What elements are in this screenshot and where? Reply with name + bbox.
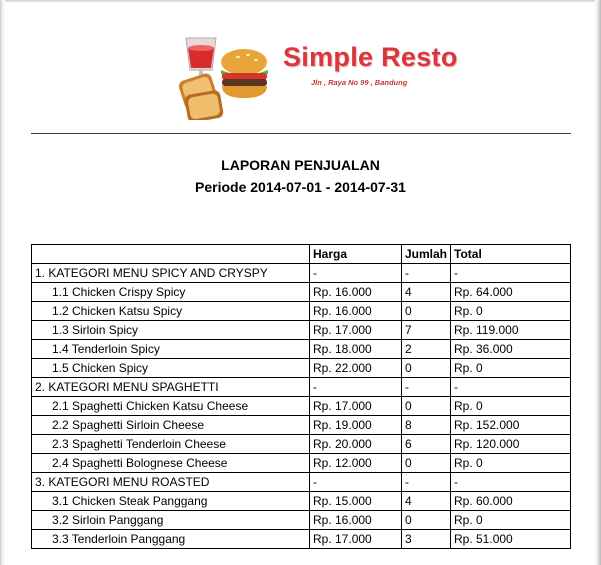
quantity-cell: 8 — [401, 415, 451, 435]
page-left-shadow — [0, 0, 5, 565]
category-row: 1. KATEGORI MENU SPICY AND CRYSPY - - - — [31, 263, 571, 283]
price-cell: - — [309, 472, 402, 492]
category-label: 3. KATEGORI MENU ROASTED — [31, 472, 310, 492]
price-cell: Rp. 17.000 — [309, 320, 402, 340]
menu-item-name: 3.1 Chicken Steak Panggang — [31, 491, 310, 511]
quantity-cell: 7 — [401, 320, 451, 340]
table-row: 3.3 Tenderloin Panggang Rp. 17.000 3 Rp. 51… — [31, 529, 571, 549]
menu-item-name: 2.2 Spaghetti Sirloin Cheese — [31, 415, 310, 435]
header-divider — [31, 133, 571, 134]
price-cell: Rp. 22.000 — [309, 358, 402, 378]
total-cell: Rp. 119.000 — [450, 320, 571, 340]
total-cell: - — [450, 472, 571, 492]
total-cell: Rp. 120.000 — [450, 434, 571, 454]
total-cell: Rp. 0 — [450, 396, 571, 416]
quantity-cell: 0 — [401, 301, 451, 321]
quantity-cell: 0 — [401, 358, 451, 378]
table-row: 2.4 Spaghetti Bolognese Cheese Rp. 12.000… — [31, 453, 571, 473]
menu-item-name: 1.1 Chicken Crispy Spicy — [31, 282, 310, 302]
brand-address: Jln , Raya No 99 , Bandung — [311, 78, 408, 87]
column-header-jumlah: Jumlah — [401, 244, 451, 264]
price-cell: Rp. 17.000 — [309, 396, 402, 416]
price-cell: Rp. 16.000 — [309, 282, 402, 302]
quantity-cell: 0 — [401, 396, 451, 416]
total-cell: Rp. 51.000 — [450, 529, 571, 549]
page-top-shadow — [0, 0, 601, 3]
table-row: 3.2 Sirloin Panggang Rp. 16.000 0 Rp. 0 — [31, 510, 571, 530]
price-cell: Rp. 12.000 — [309, 453, 402, 473]
price-cell: Rp. 20.000 — [309, 434, 402, 454]
total-cell: Rp. 36.000 — [450, 339, 571, 359]
quantity-cell: 0 — [401, 453, 451, 473]
total-cell: Rp. 0 — [450, 301, 571, 321]
page-right-shadow — [595, 0, 601, 565]
price-cell: Rp. 18.000 — [309, 339, 402, 359]
menu-item-name: 1.3 Sirloin Spicy — [31, 320, 310, 340]
table-row: 1.1 Chicken Crispy Spicy Rp. 16.000 4 Rp. 6… — [31, 282, 571, 302]
quantity-cell: 4 — [401, 282, 451, 302]
table-row: 2.2 Spaghetti Sirloin Cheese Rp. 19.000 8 R… — [31, 415, 571, 435]
price-cell: Rp. 15.000 — [309, 491, 402, 511]
table-row: 1.2 Chicken Katsu Spicy Rp. 16.000 0 Rp. 0 — [31, 301, 571, 321]
report-title: LAPORAN PENJUALAN — [221, 157, 380, 173]
total-cell: Rp. 0 — [450, 453, 571, 473]
menu-item-name: 3.2 Sirloin Panggang — [31, 510, 310, 530]
category-row: 3. KATEGORI MENU ROASTED - - - — [31, 472, 571, 492]
table-row: 3.1 Chicken Steak Panggang Rp. 15.000 4 Rp.… — [31, 491, 571, 511]
table-row: 1.3 Sirloin Spicy Rp. 17.000 7 Rp. 119.000 — [31, 320, 571, 340]
menu-item-name: 2.3 Spaghetti Tenderloin Cheese — [31, 434, 310, 454]
menu-item-name: 1.4 Tenderloin Spicy — [31, 339, 310, 359]
sales-report-table: Harga Jumlah Total 1. KATEGORI MENU SPIC… — [31, 244, 571, 549]
category-label: 2. KATEGORI MENU SPAGHETTI — [31, 377, 310, 397]
menu-item-name: 1.2 Chicken Katsu Spicy — [31, 301, 310, 321]
quantity-cell: - — [401, 263, 451, 283]
quantity-cell: - — [401, 377, 451, 397]
report-period: Periode 2014-07-01 - 2014-07-31 — [195, 179, 406, 195]
table-header-row: Harga Jumlah Total — [31, 244, 571, 264]
total-cell: Rp. 0 — [450, 358, 571, 378]
price-cell: - — [309, 263, 402, 283]
price-cell: Rp. 16.000 — [309, 510, 402, 530]
price-cell: - — [309, 377, 402, 397]
total-cell: Rp. 64.000 — [450, 282, 571, 302]
table-row: 1.5 Chicken Spicy Rp. 22.000 0 Rp. 0 — [31, 358, 571, 378]
total-cell: Rp. 152.000 — [450, 415, 571, 435]
column-header-total: Total — [450, 244, 571, 264]
total-cell: Rp. 60.000 — [450, 491, 571, 511]
category-label: 1. KATEGORI MENU SPICY AND CRYSPY — [31, 263, 310, 283]
menu-item-name: 2.4 Spaghetti Bolognese Cheese — [31, 453, 310, 473]
price-cell: Rp. 17.000 — [309, 529, 402, 549]
total-cell: - — [450, 377, 571, 397]
price-cell: Rp. 19.000 — [309, 415, 402, 435]
table-row: 2.3 Spaghetti Tenderloin Cheese Rp. 20.00… — [31, 434, 571, 454]
quantity-cell: - — [401, 472, 451, 492]
food-logo-icon — [172, 32, 272, 123]
price-cell: Rp. 16.000 — [309, 301, 402, 321]
menu-item-name: 1.5 Chicken Spicy — [31, 358, 310, 378]
total-cell: - — [450, 263, 571, 283]
column-header-harga: Harga — [309, 244, 402, 264]
table-row: 1.4 Tenderloin Spicy Rp. 18.000 2 Rp. 36.00… — [31, 339, 571, 359]
table-row: 2.1 Spaghetti Chicken Katsu Cheese Rp. 17… — [31, 396, 571, 416]
column-header-menu — [31, 244, 310, 264]
quantity-cell: 2 — [401, 339, 451, 359]
menu-item-name: 2.1 Spaghetti Chicken Katsu Cheese — [31, 396, 310, 416]
brand-name: Simple Resto — [283, 42, 458, 72]
total-cell: Rp. 0 — [450, 510, 571, 530]
menu-item-name: 3.3 Tenderloin Panggang — [31, 529, 310, 549]
quantity-cell: 3 — [401, 529, 451, 549]
category-row: 2. KATEGORI MENU SPAGHETTI - - - — [31, 377, 571, 397]
quantity-cell: 4 — [401, 491, 451, 511]
quantity-cell: 0 — [401, 510, 451, 530]
quantity-cell: 6 — [401, 434, 451, 454]
